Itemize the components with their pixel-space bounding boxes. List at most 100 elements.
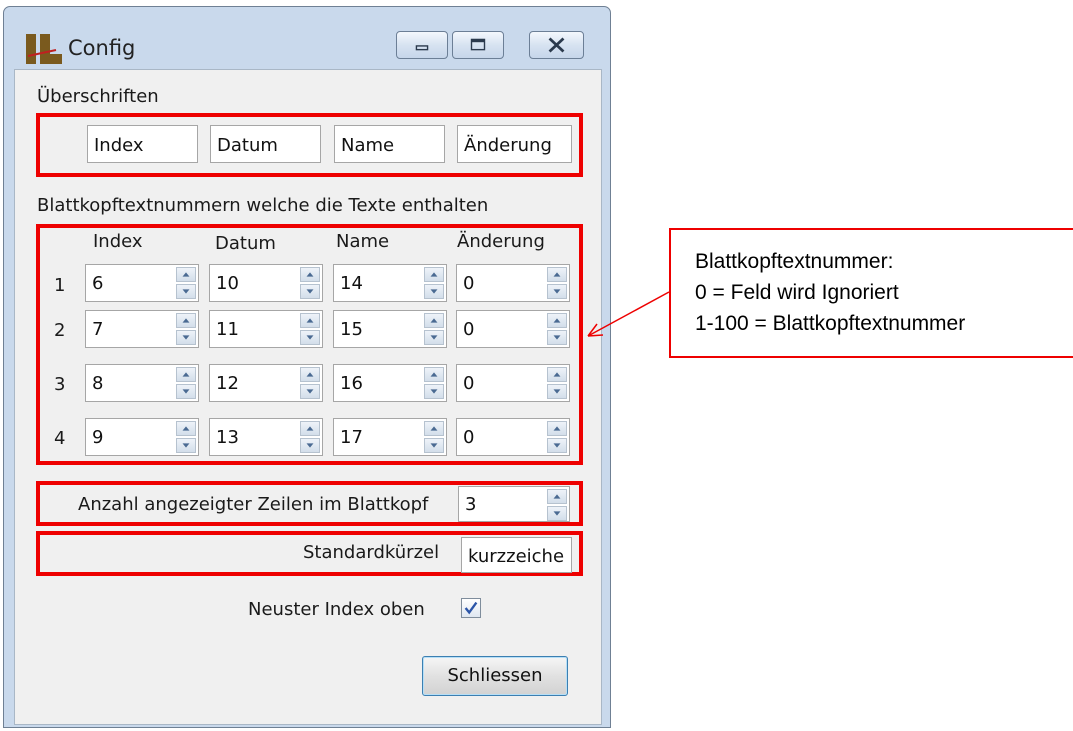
spin-down-button[interactable] [547, 330, 567, 345]
spin-aenderung-2[interactable]: 0 [456, 310, 570, 348]
spin-name-2[interactable]: 15 [333, 310, 447, 348]
column-header-datum: Datum [215, 233, 276, 254]
spin-index-2[interactable]: 7 [85, 310, 199, 348]
heading-field-index[interactable]: Index [87, 125, 198, 163]
spin-down-button[interactable] [424, 330, 444, 345]
spin-up-button[interactable] [424, 313, 444, 328]
close-button[interactable]: Schliessen [422, 656, 568, 696]
spin-up-button[interactable] [176, 421, 196, 436]
arrow-up-icon [182, 272, 190, 277]
spin-aenderung-1[interactable]: 0 [456, 264, 570, 302]
spin-datum-3[interactable]: 12 [209, 364, 323, 402]
spin-up-button[interactable] [300, 367, 320, 382]
spin-index-3[interactable]: 8 [85, 364, 199, 402]
row-number: 1 [54, 275, 66, 296]
spin-up-button[interactable] [424, 267, 444, 282]
arrow-up-icon [430, 318, 438, 323]
minimize-button[interactable] [396, 31, 448, 59]
spin-name-3[interactable]: 16 [333, 364, 447, 402]
title-bar[interactable]: Config [4, 7, 610, 69]
spin-down-button[interactable] [300, 330, 320, 345]
arrow-down-icon [306, 389, 314, 394]
spin-datum-2[interactable]: 11 [209, 310, 323, 348]
arrow-up-icon [306, 318, 314, 323]
heading-field-name[interactable]: Name [334, 125, 445, 163]
spin-down-button[interactable] [547, 438, 567, 453]
spin-up-button[interactable] [547, 367, 567, 382]
maximize-button[interactable] [452, 31, 504, 59]
spin-up-button[interactable] [300, 421, 320, 436]
arrow-up-icon [430, 272, 438, 277]
spin-down-button[interactable] [176, 284, 196, 299]
spin-index-4[interactable]: 9 [85, 418, 199, 456]
spin-value: 3 [465, 494, 477, 515]
spin-down-button[interactable] [176, 384, 196, 399]
callout-note: Blattkopftextnummer: 0 = Feld wird Ignor… [669, 228, 1073, 358]
spin-down-button[interactable] [547, 384, 567, 399]
row-count-label: Anzahl angezeigter Zeilen im Blattkopf [78, 494, 429, 515]
spin-value: 15 [340, 319, 363, 340]
spin-down-button[interactable] [424, 284, 444, 299]
spin-datum-4[interactable]: 13 [209, 418, 323, 456]
row-count-spinner[interactable]: 3 [458, 486, 570, 522]
arrow-up-icon [182, 372, 190, 377]
spin-down-button[interactable] [300, 284, 320, 299]
spin-value: 13 [216, 427, 239, 448]
row-number: 4 [54, 428, 66, 449]
spin-up-button[interactable] [424, 367, 444, 382]
spin-value: 10 [216, 273, 239, 294]
arrow-up-icon [553, 372, 561, 377]
spin-down-button[interactable] [300, 384, 320, 399]
arrow-up-icon [430, 372, 438, 377]
spin-up-button[interactable] [176, 267, 196, 282]
arrow-up-icon [306, 372, 314, 377]
spin-name-1[interactable]: 14 [333, 264, 447, 302]
spin-up-button[interactable] [424, 421, 444, 436]
spin-value: 14 [340, 273, 363, 294]
spin-up-button[interactable] [176, 313, 196, 328]
spin-up-button[interactable] [547, 489, 567, 504]
spin-up-button[interactable] [176, 367, 196, 382]
arrow-down-icon [306, 335, 314, 340]
heading-field-datum[interactable]: Datum [210, 125, 321, 163]
heading-field-aenderung[interactable]: Änderung [457, 125, 572, 163]
newest-index-label: Neuster Index oben [248, 599, 425, 620]
column-header-index: Index [93, 231, 143, 252]
window-title: Config [68, 36, 136, 60]
arrow-down-icon [430, 335, 438, 340]
arrow-down-icon [553, 511, 561, 516]
arrow-down-icon [182, 289, 190, 294]
spin-down-button[interactable] [176, 330, 196, 345]
abbreviation-input[interactable]: kurzzeiche [461, 537, 572, 573]
column-header-name: Name [336, 231, 390, 252]
arrow-down-icon [430, 389, 438, 394]
arrow-up-icon [553, 426, 561, 431]
spin-up-button[interactable] [547, 421, 567, 436]
close-window-button[interactable] [529, 31, 584, 59]
spin-down-button[interactable] [300, 438, 320, 453]
arrow-up-icon [553, 318, 561, 323]
spin-value: 16 [340, 373, 363, 394]
spin-down-button[interactable] [547, 284, 567, 299]
newest-index-checkbox[interactable] [461, 598, 481, 618]
spin-name-4[interactable]: 17 [333, 418, 447, 456]
spin-aenderung-3[interactable]: 0 [456, 364, 570, 402]
spin-datum-1[interactable]: 10 [209, 264, 323, 302]
spin-down-button[interactable] [176, 438, 196, 453]
spin-index-1[interactable]: 6 [85, 264, 199, 302]
spin-down-button[interactable] [424, 438, 444, 453]
spin-down-button[interactable] [547, 506, 567, 521]
arrow-down-icon [553, 335, 561, 340]
arrow-up-icon [182, 426, 190, 431]
spin-value: 12 [216, 373, 239, 394]
row-number: 3 [54, 374, 66, 395]
arrow-down-icon [182, 335, 190, 340]
spin-up-button[interactable] [300, 313, 320, 328]
spin-aenderung-4[interactable]: 0 [456, 418, 570, 456]
arrow-up-icon [553, 494, 561, 499]
spin-down-button[interactable] [424, 384, 444, 399]
spin-up-button[interactable] [547, 267, 567, 282]
spin-up-button[interactable] [547, 313, 567, 328]
spin-up-button[interactable] [300, 267, 320, 282]
minimize-icon [415, 45, 429, 51]
